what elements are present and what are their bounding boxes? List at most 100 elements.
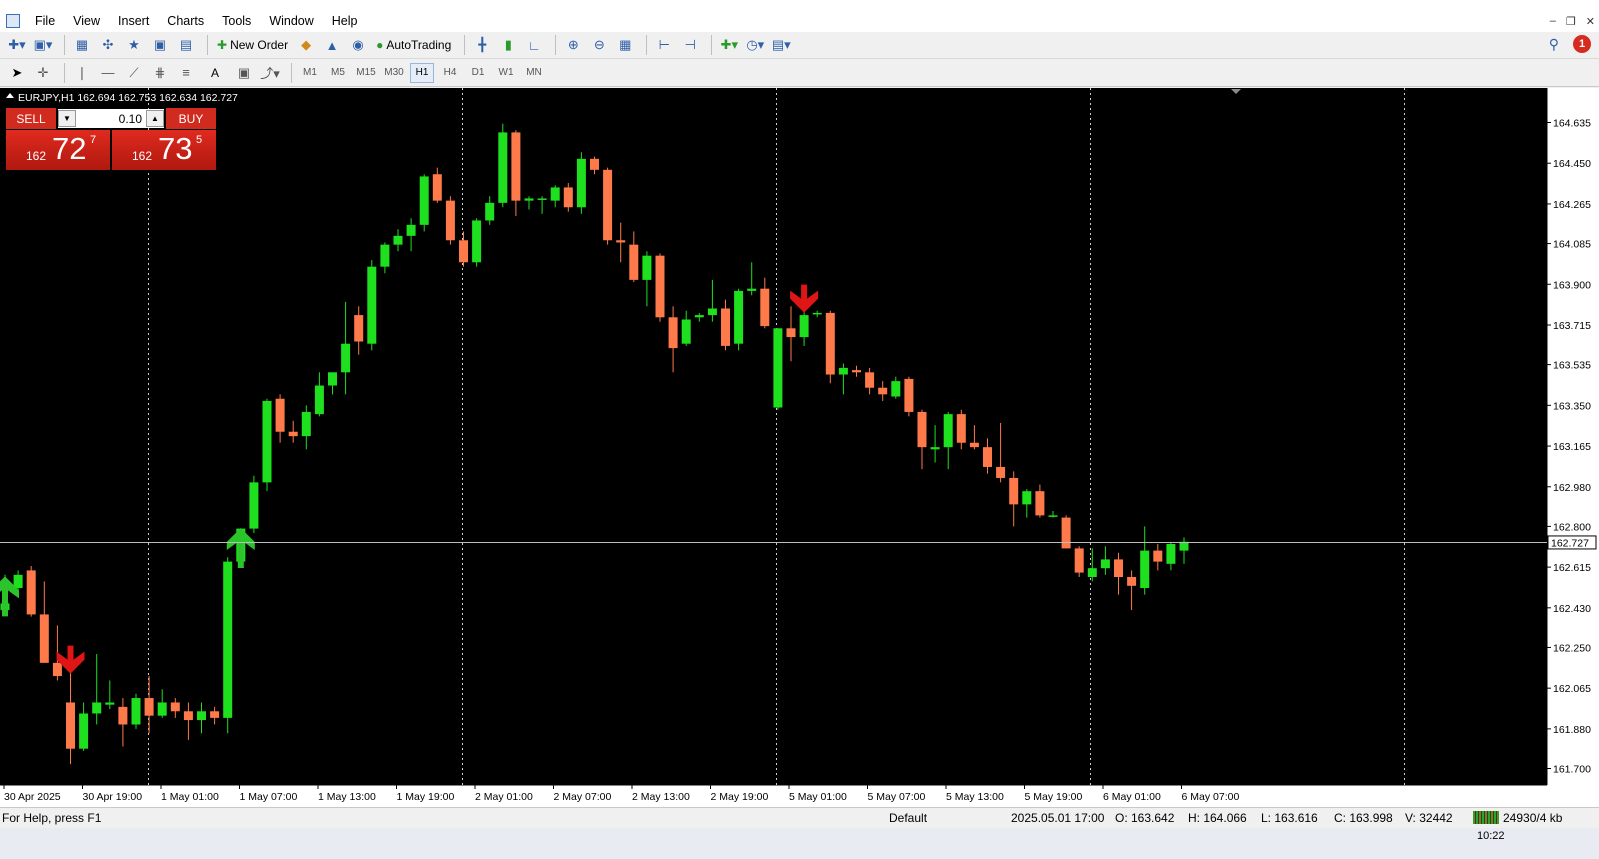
menu-window[interactable]: Window bbox=[260, 10, 322, 32]
candle-body bbox=[878, 387, 888, 395]
autotrading-button[interactable]: ● AutoTrading bbox=[373, 34, 454, 56]
strategy-tester-icon[interactable]: ▤ bbox=[175, 34, 197, 56]
arrows-icon[interactable]: ⤴▾ bbox=[259, 62, 281, 84]
tf-m30[interactable]: M30 bbox=[382, 63, 406, 83]
candle-body bbox=[590, 158, 599, 170]
search-icon[interactable]: ⚲ bbox=[1549, 36, 1559, 53]
candle-body bbox=[707, 308, 717, 316]
candle-body bbox=[943, 414, 953, 448]
candle-body bbox=[524, 198, 534, 201]
metaeditor-icon[interactable]: ◆ bbox=[295, 34, 317, 56]
indicators-icon[interactable]: ✚▾ bbox=[718, 34, 740, 56]
lot-increase-icon[interactable]: ▲ bbox=[146, 110, 164, 127]
lot-size-input[interactable]: 0.10 bbox=[76, 112, 146, 126]
status-close: C: 163.998 bbox=[1334, 811, 1393, 825]
candle-body bbox=[891, 381, 901, 397]
data-window-icon[interactable]: ✣ bbox=[97, 34, 119, 56]
candle-body bbox=[262, 400, 272, 483]
signals-icon[interactable]: ▲ bbox=[321, 34, 343, 56]
price-tick-label: 163.165 bbox=[1553, 441, 1591, 453]
close-icon[interactable]: ✕ bbox=[1586, 15, 1595, 28]
tf-h4[interactable]: H4 bbox=[438, 63, 462, 83]
candle-body bbox=[275, 398, 285, 432]
time-tick-label: 1 May 07:00 bbox=[240, 791, 298, 803]
trendline-icon[interactable]: ⟋ bbox=[123, 62, 145, 84]
zoom-in-icon[interactable]: ⊕ bbox=[562, 34, 584, 56]
candle-body bbox=[105, 702, 115, 705]
tf-m5[interactable]: M5 bbox=[326, 63, 350, 83]
zoom-out-icon[interactable]: ⊖ bbox=[588, 34, 610, 56]
price-tick-label: 162.430 bbox=[1553, 603, 1591, 615]
candle-body bbox=[472, 220, 482, 263]
new-chart-icon[interactable]: ✚▾ bbox=[6, 34, 28, 56]
horizontal-line-icon[interactable]: — bbox=[97, 62, 119, 84]
candle-body bbox=[498, 132, 508, 203]
price-tick-label: 162.800 bbox=[1553, 521, 1591, 533]
tf-w1[interactable]: W1 bbox=[494, 63, 518, 83]
menu-insert[interactable]: Insert bbox=[109, 10, 158, 32]
candle-body bbox=[157, 702, 167, 716]
menu-tools[interactable]: Tools bbox=[213, 10, 260, 32]
line-chart-icon[interactable]: ∟ bbox=[523, 34, 545, 56]
candle-body bbox=[328, 372, 337, 386]
taskbar-clock: 10:22 bbox=[1477, 830, 1505, 842]
cursor-icon[interactable]: ➤ bbox=[6, 62, 28, 84]
periods-icon[interactable]: ◷▾ bbox=[744, 34, 766, 56]
chart-background bbox=[0, 88, 1599, 807]
candle-body bbox=[66, 702, 75, 749]
fibonacci-icon[interactable]: ≡ bbox=[175, 62, 197, 84]
time-tick-label: 5 May 07:00 bbox=[868, 791, 926, 803]
candle-body bbox=[1074, 548, 1084, 573]
candle-body bbox=[681, 319, 691, 344]
navigator-icon[interactable]: ★ bbox=[123, 34, 145, 56]
candle-body bbox=[930, 447, 940, 450]
tf-m15[interactable]: M15 bbox=[354, 63, 378, 83]
tf-mn[interactable]: MN bbox=[522, 63, 546, 83]
app-menu-icon[interactable] bbox=[6, 14, 20, 28]
restore-icon[interactable]: ❐ bbox=[1566, 15, 1576, 28]
buy-price-box[interactable]: 162 73 5 bbox=[112, 130, 216, 170]
crosshair-icon[interactable]: ✛ bbox=[32, 62, 54, 84]
menu-view[interactable]: View bbox=[64, 10, 109, 32]
tf-d1[interactable]: D1 bbox=[466, 63, 490, 83]
chart-shift-icon[interactable]: ⊣ bbox=[679, 34, 701, 56]
market-icon[interactable]: ◉ bbox=[347, 34, 369, 56]
price-chart[interactable]: 164.635 164.450 164.265 164.085 163.900 163.7… bbox=[0, 88, 1599, 807]
status-profile[interactable]: Default bbox=[889, 811, 927, 825]
menu-charts[interactable]: Charts bbox=[158, 10, 213, 32]
minimize-icon[interactable]: – bbox=[1550, 15, 1556, 27]
window-controls: – ❐ ✕ bbox=[1550, 10, 1595, 32]
text-tool[interactable]: A bbox=[201, 62, 229, 84]
new-order-button[interactable]: ✚ New Order bbox=[214, 34, 291, 56]
candle-body bbox=[1140, 550, 1150, 589]
candle-body bbox=[92, 702, 102, 714]
sell-button[interactable]: SELL bbox=[6, 108, 56, 129]
candle-body bbox=[747, 288, 757, 291]
text-label-icon[interactable]: ▣ bbox=[233, 62, 255, 84]
auto-scroll-icon[interactable]: ⊢ bbox=[653, 34, 675, 56]
menu-file[interactable]: File bbox=[26, 10, 64, 32]
sell-price-box[interactable]: 162 72 7 bbox=[6, 130, 110, 170]
bar-chart-icon[interactable]: ╋ bbox=[471, 34, 493, 56]
profiles-icon[interactable]: ▣▾ bbox=[32, 34, 54, 56]
lot-decrease-icon[interactable]: ▼ bbox=[58, 110, 76, 127]
candlesticks-icon[interactable]: ▮ bbox=[497, 34, 519, 56]
tile-windows-icon[interactable]: ▦ bbox=[614, 34, 636, 56]
menu-help[interactable]: Help bbox=[323, 10, 367, 32]
candle-body bbox=[1166, 543, 1176, 564]
terminal-icon[interactable]: ▣ bbox=[149, 34, 171, 56]
status-bar: For Help, press F1 Default 2025.05.01 17… bbox=[0, 807, 1599, 828]
market-watch-icon[interactable]: ▦ bbox=[71, 34, 93, 56]
status-help: For Help, press F1 bbox=[2, 811, 102, 825]
price-tick-label: 164.450 bbox=[1553, 158, 1591, 170]
equidistant-channel-icon[interactable]: ⋕ bbox=[149, 62, 171, 84]
candle-body bbox=[629, 244, 639, 280]
candle-body bbox=[223, 561, 233, 718]
tf-m1[interactable]: M1 bbox=[298, 63, 322, 83]
notifications-icon[interactable]: 1 bbox=[1573, 35, 1591, 53]
templates-icon[interactable]: ▤▾ bbox=[770, 34, 792, 56]
tf-h1[interactable]: H1 bbox=[410, 62, 434, 83]
price-tick-label: 163.535 bbox=[1553, 360, 1591, 372]
buy-button[interactable]: BUY bbox=[166, 108, 216, 129]
vertical-line-icon[interactable]: ❘ bbox=[71, 62, 93, 84]
